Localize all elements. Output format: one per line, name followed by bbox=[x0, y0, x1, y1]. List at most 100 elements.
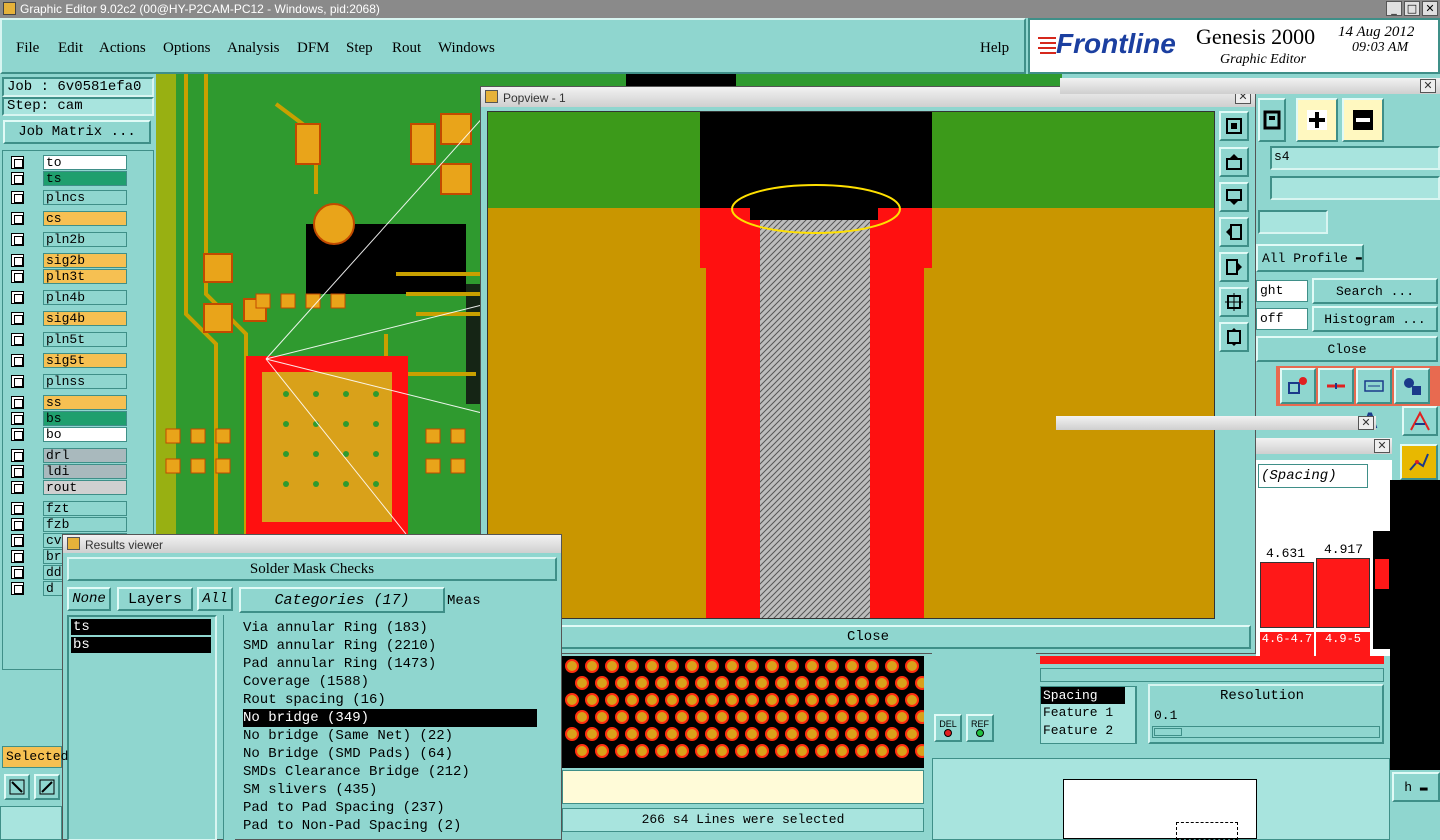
layer-row-plncs[interactable]: plncs bbox=[9, 190, 127, 205]
layer-checkbox[interactable] bbox=[11, 312, 24, 325]
histogram-close-icon[interactable]: ✕ bbox=[1374, 439, 1390, 453]
route-icon[interactable] bbox=[1400, 444, 1438, 480]
resolution-slider[interactable] bbox=[1152, 726, 1380, 738]
layer-name[interactable]: ss bbox=[43, 395, 127, 410]
layer-row-sig2b[interactable]: sig2b bbox=[9, 253, 127, 268]
search-button[interactable]: Search ... bbox=[1312, 278, 1438, 304]
maximize-button[interactable]: □ bbox=[1404, 1, 1420, 16]
off-field[interactable]: off bbox=[1256, 308, 1308, 330]
layer-row-pln2b[interactable]: pln2b bbox=[9, 232, 127, 247]
layer-row-bo[interactable]: bo bbox=[9, 427, 127, 442]
layer-name[interactable]: rout bbox=[43, 480, 127, 495]
popview-canvas[interactable] bbox=[487, 111, 1215, 619]
zoom-home-icon[interactable] bbox=[1219, 322, 1249, 352]
layer-checkbox[interactable] bbox=[11, 550, 24, 563]
menu-actions[interactable]: Actions bbox=[99, 40, 146, 57]
layer-row-sig4b[interactable]: sig4b bbox=[9, 311, 127, 326]
category-item[interactable]: Rout spacing (16) bbox=[243, 691, 386, 709]
layer-row-cs[interactable]: cs bbox=[9, 211, 127, 226]
layer-name[interactable]: pln2b bbox=[43, 232, 127, 247]
category-item[interactable]: Via annular Ring (183) bbox=[243, 619, 428, 637]
layer-name[interactable]: sig2b bbox=[43, 253, 127, 268]
arc-text-icon[interactable] bbox=[1402, 406, 1438, 436]
shapes-icon[interactable] bbox=[1394, 368, 1430, 404]
layer-name[interactable]: sig4b bbox=[43, 311, 127, 326]
layer-name[interactable]: bo bbox=[43, 427, 127, 442]
layer-row-fzt[interactable]: fzt bbox=[9, 501, 127, 516]
results-layer-item[interactable]: ts bbox=[71, 619, 211, 635]
snap-icon[interactable] bbox=[1258, 98, 1286, 142]
menu-edit[interactable]: Edit bbox=[58, 40, 83, 57]
dimension-icon[interactable] bbox=[1356, 368, 1392, 404]
menu-step[interactable]: Step bbox=[346, 40, 373, 57]
layers-button[interactable]: Layers bbox=[117, 587, 193, 611]
zoom-in-icon[interactable] bbox=[1296, 98, 1338, 142]
layer-row-pln5t[interactable]: pln5t bbox=[9, 332, 127, 347]
all-button[interactable]: All bbox=[197, 587, 233, 611]
layer-checkbox[interactable] bbox=[11, 354, 24, 367]
layer-field[interactable]: s4 bbox=[1270, 146, 1440, 170]
layer-row-drl[interactable]: drl bbox=[9, 448, 127, 463]
layer-name[interactable]: pln5t bbox=[43, 332, 127, 347]
layer-row-ts[interactable]: ts bbox=[9, 171, 127, 186]
job-matrix-button[interactable]: Job Matrix ... bbox=[3, 120, 151, 144]
layer-checkbox[interactable] bbox=[11, 291, 24, 304]
partial-button[interactable]: h ▬ bbox=[1392, 772, 1440, 802]
feature-icon[interactable] bbox=[1280, 368, 1316, 404]
line-icon[interactable] bbox=[1318, 368, 1354, 404]
layer-name[interactable]: ldi bbox=[43, 464, 127, 479]
popview-close-button[interactable]: Close bbox=[485, 625, 1251, 649]
histogram-button[interactable]: Histogram ... bbox=[1312, 306, 1438, 332]
menu-options[interactable]: Options bbox=[163, 40, 211, 57]
layer-checkbox[interactable] bbox=[11, 254, 24, 267]
profile-select[interactable]: All Profile ▬ bbox=[1256, 244, 1364, 272]
minimize-button[interactable]: _ bbox=[1386, 1, 1402, 16]
layer-name[interactable]: ts bbox=[43, 171, 127, 186]
ref-button[interactable]: REF bbox=[966, 714, 994, 742]
del-button[interactable]: DEL bbox=[934, 714, 962, 742]
layer-name[interactable]: sig5t bbox=[43, 353, 127, 368]
menu-analysis[interactable]: Analysis bbox=[227, 40, 280, 57]
layer-name[interactable]: pln4b bbox=[43, 290, 127, 305]
layer-checkbox[interactable] bbox=[11, 566, 24, 579]
categories-button[interactable]: Categories (17) bbox=[239, 587, 445, 613]
layer-row-sig5t[interactable]: sig5t bbox=[9, 353, 127, 368]
histogram-scrollbar[interactable] bbox=[1040, 668, 1384, 682]
spacing-item[interactable]: Spacing bbox=[1041, 687, 1125, 704]
layer-checkbox[interactable] bbox=[11, 396, 24, 409]
layer-checkbox[interactable] bbox=[11, 481, 24, 494]
category-item[interactable]: SMD annular Ring (2210) bbox=[243, 637, 436, 655]
zoom-out-icon[interactable] bbox=[1342, 98, 1384, 142]
layer-checkbox[interactable] bbox=[11, 428, 24, 441]
layer-name[interactable]: to bbox=[43, 155, 127, 170]
ght-field[interactable]: ght bbox=[1256, 280, 1308, 302]
category-item[interactable]: SM slivers (435) bbox=[243, 781, 377, 799]
layer-name[interactable]: cs bbox=[43, 211, 127, 226]
menu-file[interactable]: File bbox=[16, 40, 39, 57]
layer-name[interactable]: drl bbox=[43, 448, 127, 463]
pan-down-icon[interactable] bbox=[1219, 182, 1249, 212]
layer-checkbox[interactable] bbox=[11, 212, 24, 225]
measure-tool-icon[interactable] bbox=[34, 774, 60, 800]
sub-window-close-icon[interactable]: ✕ bbox=[1358, 416, 1374, 430]
close-button[interactable]: Close bbox=[1256, 336, 1438, 362]
menu-rout[interactable]: Rout bbox=[392, 40, 421, 57]
layer-checkbox[interactable] bbox=[11, 518, 24, 531]
category-item[interactable]: SMDs Clearance Bridge (212) bbox=[243, 763, 470, 781]
layer-checkbox[interactable] bbox=[11, 582, 24, 595]
pan-left-icon[interactable] bbox=[1219, 217, 1249, 247]
feature2-item[interactable]: Feature 2 bbox=[1041, 722, 1135, 740]
layer-checkbox[interactable] bbox=[11, 534, 24, 547]
pan-right-icon[interactable] bbox=[1219, 252, 1249, 282]
layer-checkbox[interactable] bbox=[11, 502, 24, 515]
close-window-button[interactable]: ✕ bbox=[1422, 1, 1438, 16]
layer-row-pln3t[interactable]: pln3t bbox=[9, 269, 127, 284]
right-window-close-icon[interactable]: ✕ bbox=[1420, 79, 1436, 93]
histogram-bar-2[interactable] bbox=[1316, 558, 1370, 628]
layer-checkbox[interactable] bbox=[11, 412, 24, 425]
layer-checkbox[interactable] bbox=[11, 465, 24, 478]
layer-row-fzb[interactable]: fzb bbox=[9, 517, 127, 532]
layer-row-to[interactable]: to bbox=[9, 155, 127, 170]
layer-checkbox[interactable] bbox=[11, 270, 24, 283]
layer-row-rout[interactable]: rout bbox=[9, 480, 127, 495]
